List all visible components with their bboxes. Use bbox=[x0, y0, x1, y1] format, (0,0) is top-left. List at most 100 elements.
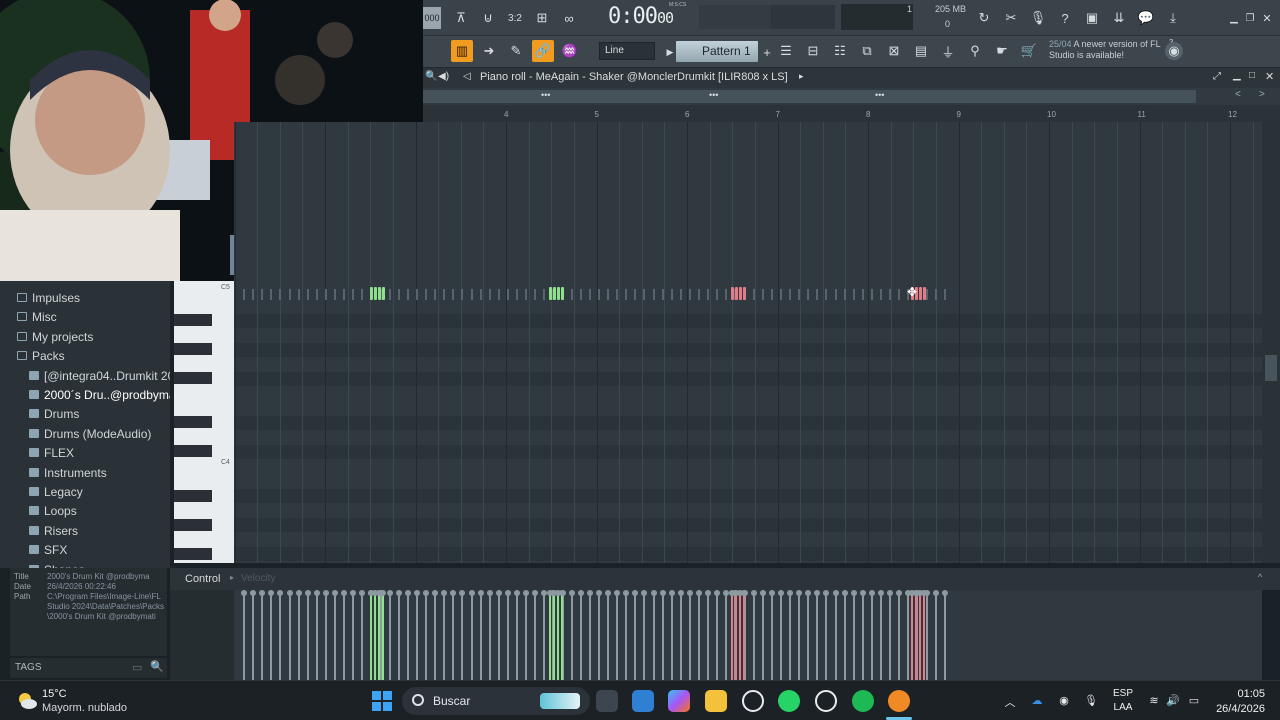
volume-icon[interactable]: 🔊 bbox=[1166, 694, 1180, 708]
channel-rack-icon[interactable]: ☷ bbox=[829, 40, 851, 62]
velocity-bar[interactable] bbox=[887, 590, 894, 680]
tools-icon[interactable]: ✂ bbox=[1000, 7, 1022, 29]
velocity-bar[interactable] bbox=[909, 590, 915, 680]
velocity-bar[interactable] bbox=[577, 590, 584, 680]
control-arrow-icon[interactable]: ▸ bbox=[230, 573, 234, 582]
note[interactable] bbox=[735, 287, 738, 300]
velocity-bar[interactable] bbox=[759, 590, 766, 680]
velocity-bar[interactable] bbox=[805, 590, 812, 680]
velocity-bar[interactable] bbox=[322, 590, 329, 680]
velocity-bar[interactable] bbox=[650, 590, 657, 680]
note[interactable] bbox=[374, 287, 377, 300]
velocity-bar[interactable] bbox=[768, 590, 775, 680]
windows-start-icon[interactable] bbox=[372, 691, 392, 711]
velocity-bar[interactable] bbox=[913, 590, 919, 680]
velocity-bar[interactable] bbox=[277, 590, 284, 680]
velocity-bar[interactable] bbox=[532, 590, 539, 680]
velocity-bar[interactable] bbox=[268, 590, 275, 680]
velocity-bar[interactable] bbox=[796, 590, 803, 680]
velocity-bar[interactable] bbox=[896, 590, 903, 680]
detach-icon[interactable]: ⤢ bbox=[1213, 71, 1221, 82]
tag-search-icon[interactable]: 🔍 bbox=[150, 660, 164, 673]
velocity-bar[interactable] bbox=[441, 590, 448, 680]
velocity-bar[interactable] bbox=[495, 590, 502, 680]
link-icon[interactable]: 🔗 bbox=[532, 40, 554, 62]
velocity-bar[interactable] bbox=[741, 590, 747, 680]
speaker-icon[interactable]: ◀) bbox=[438, 71, 449, 82]
fl-news-icon[interactable]: ◉ bbox=[1165, 42, 1183, 60]
velocity-bar[interactable] bbox=[714, 590, 721, 680]
step-edit-icon[interactable]: ⊞ bbox=[531, 7, 553, 29]
stamp-icon[interactable]: ♒ bbox=[559, 40, 581, 62]
browser-item[interactable]: Legacy bbox=[0, 482, 170, 501]
spotify-icon[interactable] bbox=[852, 690, 874, 712]
black-key[interactable] bbox=[174, 314, 212, 326]
velocity-bar[interactable] bbox=[705, 590, 712, 680]
velocity-bar[interactable] bbox=[341, 590, 348, 680]
control-target[interactable]: Velocity bbox=[241, 573, 275, 584]
velocity-bar[interactable] bbox=[459, 590, 466, 680]
tray-chevron-icon[interactable]: ︿ bbox=[1003, 694, 1017, 709]
vertical-scrollbar[interactable] bbox=[1262, 122, 1280, 563]
timeline-ruler[interactable]: 4 5 6 7 8 9 10 11 12 bbox=[423, 105, 1280, 122]
black-key[interactable] bbox=[174, 416, 212, 428]
browser-item[interactable]: Impulses bbox=[0, 288, 170, 307]
velocity-bar[interactable] bbox=[859, 590, 866, 680]
control-label[interactable]: Control bbox=[185, 573, 220, 585]
metronome-icon[interactable]: ⊼ bbox=[450, 7, 472, 29]
fl-studio-icon[interactable] bbox=[888, 690, 910, 712]
event-scroll-up-icon[interactable]: ^ bbox=[1258, 572, 1262, 582]
chat-icon[interactable]: 💬 bbox=[1135, 7, 1157, 29]
note[interactable] bbox=[549, 287, 552, 300]
tray-mic-icon[interactable]: 🎙 bbox=[1084, 694, 1098, 708]
tags-bar[interactable]: TAGS ▭ 🔍 bbox=[10, 658, 167, 678]
note[interactable] bbox=[923, 287, 926, 300]
velocity-bar[interactable] bbox=[941, 590, 948, 680]
velocity-bar[interactable] bbox=[450, 590, 457, 680]
close-icon[interactable]: ✕ bbox=[1256, 7, 1278, 29]
taskbar-search[interactable]: Buscar bbox=[402, 687, 590, 715]
velocity-bar[interactable] bbox=[586, 590, 593, 680]
velocity-bar[interactable] bbox=[737, 590, 743, 680]
undo-icon[interactable]: ↻ bbox=[973, 7, 995, 29]
note[interactable] bbox=[553, 287, 556, 300]
channel-icon[interactable]: ▤ bbox=[910, 40, 932, 62]
velocity-bar[interactable] bbox=[623, 590, 630, 680]
velocity-bar[interactable] bbox=[932, 590, 939, 680]
note[interactable] bbox=[378, 287, 381, 300]
pattern-select[interactable]: Pattern 1 bbox=[676, 41, 758, 62]
note[interactable] bbox=[557, 287, 560, 300]
piano-roll-icon[interactable]: ▥ bbox=[451, 40, 473, 62]
velocity-bar[interactable] bbox=[614, 590, 621, 680]
touch-icon[interactable]: ☛ bbox=[991, 40, 1013, 62]
velocity-bar[interactable] bbox=[559, 590, 565, 680]
black-key[interactable] bbox=[174, 372, 212, 384]
note[interactable] bbox=[743, 287, 746, 300]
task-view-icon[interactable] bbox=[596, 690, 618, 712]
velocity-bar[interactable] bbox=[372, 590, 378, 680]
wait-input-icon[interactable]: ⊍ bbox=[477, 7, 499, 29]
browser-item[interactable]: Instruments bbox=[0, 463, 170, 482]
chatgpt-icon[interactable] bbox=[742, 690, 764, 712]
wifi-icon[interactable]: ≋ bbox=[1147, 694, 1161, 708]
velocity-bar[interactable] bbox=[568, 590, 575, 680]
velocity-bar[interactable] bbox=[350, 590, 357, 680]
whatsapp-icon[interactable] bbox=[778, 690, 800, 712]
velocity-bar[interactable] bbox=[850, 590, 857, 680]
velocity-bar[interactable] bbox=[686, 590, 693, 680]
note[interactable] bbox=[731, 287, 734, 300]
horizontal-scrollbar[interactable]: ••• ••• ••• < > bbox=[423, 88, 1280, 105]
countdown-icon[interactable]: 3:2 bbox=[504, 7, 526, 29]
velocity-bar[interactable] bbox=[313, 590, 320, 680]
velocity-bar[interactable] bbox=[723, 590, 730, 680]
help-icon[interactable]: ? bbox=[1054, 7, 1076, 29]
pr-maximize-icon[interactable]: □ bbox=[1249, 70, 1255, 81]
file-explorer-icon[interactable] bbox=[705, 690, 727, 712]
tempo-display[interactable]: 000 bbox=[423, 7, 441, 29]
velocity-bar[interactable] bbox=[668, 590, 675, 680]
black-key[interactable] bbox=[174, 445, 212, 457]
search-icon[interactable]: 🔍 bbox=[425, 71, 437, 82]
velocity-editor[interactable] bbox=[234, 590, 1262, 680]
velocity-bar[interactable] bbox=[729, 590, 735, 680]
black-key[interactable] bbox=[174, 490, 212, 502]
